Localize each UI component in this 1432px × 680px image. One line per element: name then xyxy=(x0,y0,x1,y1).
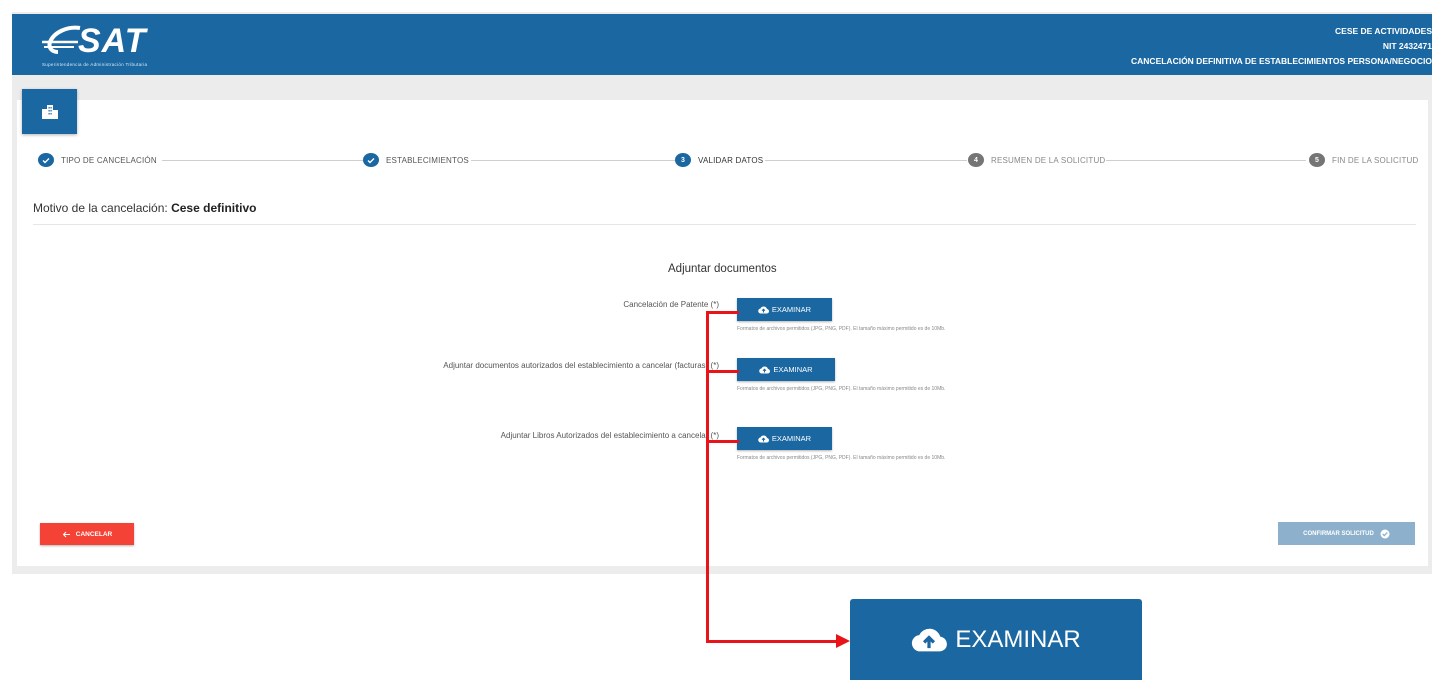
header-process: CANCELACIÓN DEFINITIVA DE ESTABLECIMIENT… xyxy=(1131,56,1432,66)
stepper: TIPO DE CANCELACIÓN ESTABLECIMIENTOS 3 V… xyxy=(38,152,1418,168)
sat-logo: SAT Superintendencia de Administración T… xyxy=(40,22,190,70)
step-label: RESUMEN DE LA SOLICITUD xyxy=(991,155,1106,165)
header-nit: NIT 2432471 xyxy=(1382,41,1432,51)
cancel-button[interactable]: CANCELAR xyxy=(40,523,134,545)
step-number: 5 xyxy=(1309,153,1325,167)
annotation-line xyxy=(706,311,709,643)
examinar-button-libros[interactable]: EXAMINAR xyxy=(737,427,832,450)
step-connector xyxy=(765,160,967,161)
logo-subtitle: Superintendencia de Administración Tribu… xyxy=(42,62,148,67)
step-connector xyxy=(162,160,364,161)
file-format-hint: Formatos de archivos permitidos (JPG, PN… xyxy=(737,386,946,392)
confirm-label: CONFIRMAR SOLICITUD xyxy=(1303,530,1374,537)
examinar-button-facturas[interactable]: EXAMINAR xyxy=(737,358,835,381)
cloud-upload-icon xyxy=(758,306,769,314)
button-label: EXAMINAR xyxy=(771,434,812,443)
documents-title: Adjuntar documentos xyxy=(668,263,777,275)
annotation-line xyxy=(706,370,739,373)
header-title: CESE DE ACTIVIDADES xyxy=(1335,26,1432,36)
check-icon xyxy=(363,153,379,167)
divider xyxy=(33,224,1416,225)
confirm-request-button[interactable]: CONFIRMAR SOLICITUD xyxy=(1278,522,1415,545)
step-number: 4 xyxy=(968,153,984,167)
button-label: EXAMINAR xyxy=(771,305,812,314)
step-connector xyxy=(471,160,676,161)
reason-label: Motivo de la cancelación: xyxy=(33,201,168,215)
main-card xyxy=(17,100,1428,566)
building-icon xyxy=(41,104,58,119)
file-format-hint: Formatos de archivos permitidos (JPG, PN… xyxy=(737,326,946,332)
header-bar: SAT Superintendencia de Administración T… xyxy=(12,14,1432,75)
callout-label: EXAMINAR xyxy=(955,625,1081,653)
page: SAT Superintendencia de Administración T… xyxy=(0,0,1432,680)
cloud-upload-icon xyxy=(759,366,771,374)
cloud-upload-icon xyxy=(758,435,769,443)
logo-text: SAT xyxy=(78,22,147,60)
step-connector xyxy=(1106,160,1306,161)
check-icon xyxy=(38,153,54,167)
step-label: VALIDAR DATOS xyxy=(698,155,764,165)
cancel-label: CANCELAR xyxy=(75,530,113,538)
step-label: TIPO DE CANCELACIÓN xyxy=(61,155,157,165)
step-establecimientos[interactable]: ESTABLECIMIENTOS xyxy=(363,152,469,168)
step-number: 3 xyxy=(675,153,691,167)
step-label: ESTABLECIMIENTOS xyxy=(386,155,469,165)
section-icon-tab xyxy=(22,89,77,134)
step-label: FIN DE LA SOLICITUD xyxy=(1332,155,1419,165)
cloud-upload-icon xyxy=(912,628,948,651)
step-resumen-solicitud[interactable]: 4 RESUMEN DE LA SOLICITUD xyxy=(968,152,1105,168)
header-info: CESE DE ACTIVIDADES NIT 2432471 CANCELAC… xyxy=(1131,24,1432,69)
doc-label-patente: Cancelación de Patente (*) xyxy=(623,300,719,309)
step-tipo-cancelacion[interactable]: TIPO DE CANCELACIÓN xyxy=(38,152,157,168)
doc-label-libros: Adjuntar Libros Autorizados del establec… xyxy=(500,431,719,440)
doc-label-facturas: Adjuntar documentos autorizados del esta… xyxy=(443,361,719,370)
reason-value: Cese definitivo xyxy=(171,201,257,215)
step-validar-datos[interactable]: 3 VALIDAR DATOS xyxy=(675,152,763,168)
step-fin-solicitud[interactable]: 5 FIN DE LA SOLICITUD xyxy=(1309,152,1418,168)
annotation-arrowhead-icon xyxy=(836,634,850,648)
cancellation-reason: Motivo de la cancelación: Cese definitiv… xyxy=(33,201,256,215)
check-circle-icon xyxy=(1380,529,1390,538)
button-label: EXAMINAR xyxy=(773,365,813,374)
file-format-hint: Formatos de archivos permitidos (JPG, PN… xyxy=(737,455,946,461)
examinar-button-patente[interactable]: EXAMINAR xyxy=(737,298,832,321)
annotation-line xyxy=(706,311,739,314)
examinar-callout-button[interactable]: EXAMINAR xyxy=(850,599,1142,680)
arrow-left-icon xyxy=(62,531,70,537)
annotation-line xyxy=(706,640,838,643)
annotation-line xyxy=(706,440,739,443)
